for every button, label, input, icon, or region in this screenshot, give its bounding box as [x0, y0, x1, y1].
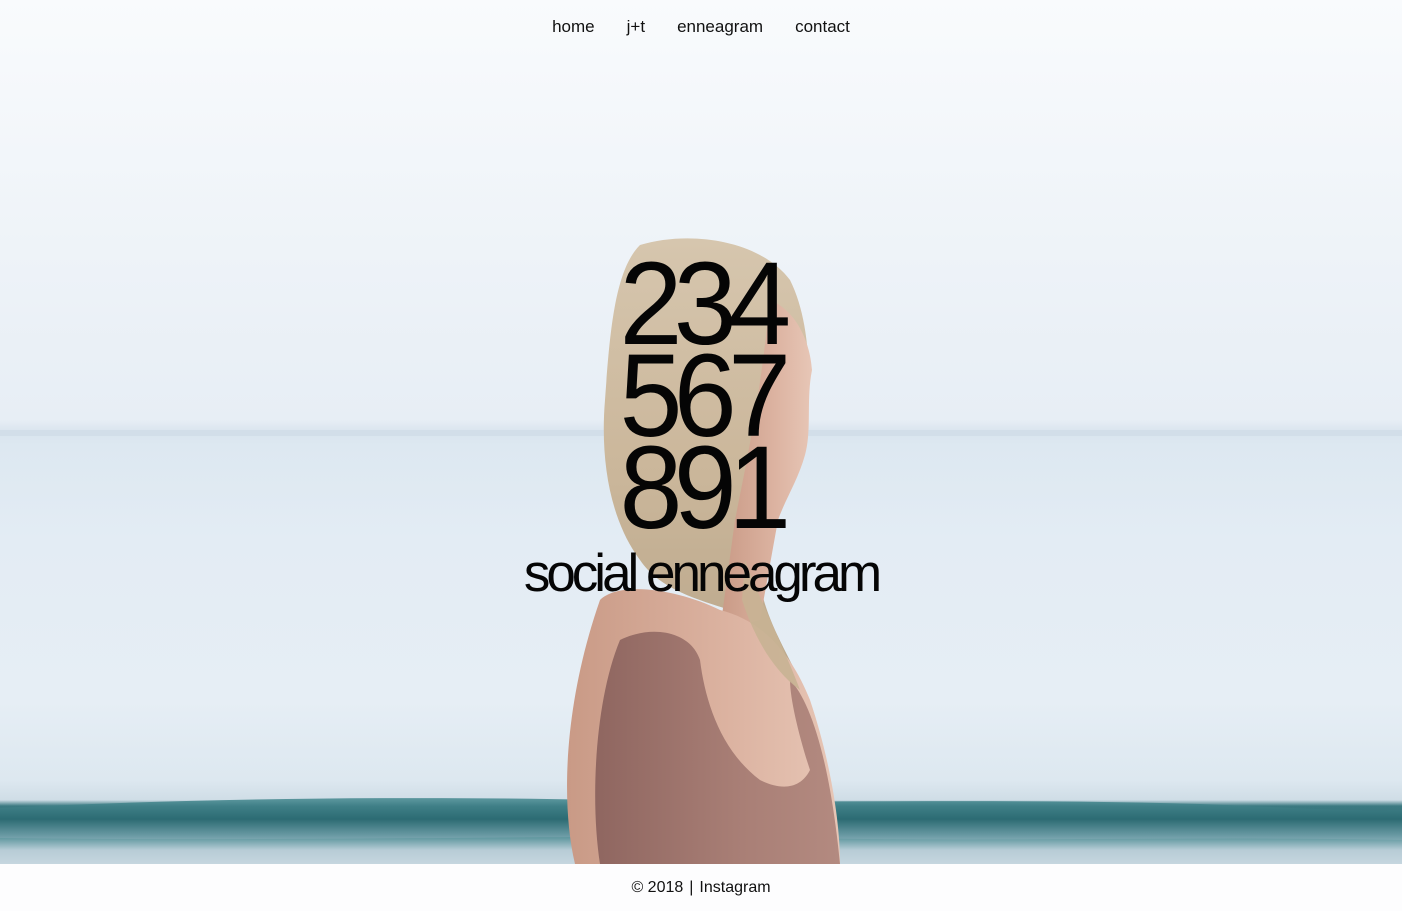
top-navigation: home j+t enneagram contact [0, 17, 1402, 37]
nav-link-j-and-t[interactable]: j+t [627, 17, 645, 37]
footer: © 2018 | Instagram [0, 864, 1402, 911]
nav-link-contact[interactable]: contact [795, 17, 850, 37]
hero-subtitle: social enneagram [523, 544, 882, 603]
hero-title: 234 567 891 social enneagram [0, 245, 1402, 603]
nav-link-enneagram[interactable]: enneagram [677, 17, 763, 37]
hero-digits-line-3: 891 [619, 422, 791, 554]
page: home j+t enneagram contact 234 567 891 s… [0, 0, 1402, 911]
nav-link-home[interactable]: home [552, 17, 595, 37]
footer-copyright: © 2018 [631, 878, 684, 896]
footer-separator: | [689, 878, 694, 896]
footer-instagram-link[interactable]: Instagram [699, 879, 770, 897]
